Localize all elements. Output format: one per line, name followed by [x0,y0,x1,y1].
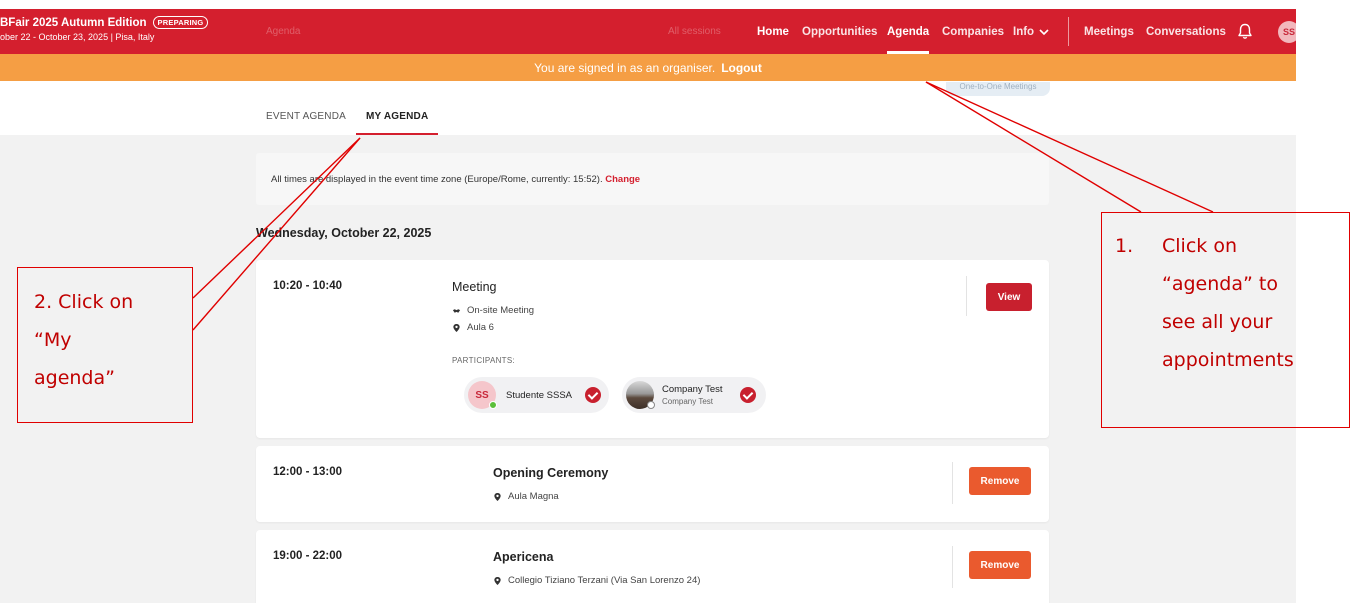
handshake-icon [452,308,461,313]
main-nav-conversations-wrap: Conversations [1146,9,1226,54]
company-photo-avatar [626,381,655,409]
page-edge-white [1296,9,1350,81]
online-status-dot [489,401,497,409]
view-button[interactable]: View [986,283,1032,311]
nav-divider [1068,17,1069,46]
participant-name: Company Test [662,384,723,395]
agenda-item-title: Meeting [452,280,497,294]
participant-organisation: Company Test [662,397,713,406]
participants-label: PARTICIPANTS: [452,356,516,365]
main-nav-opportunities-wrap: Opportunities [802,9,877,54]
ghost-pill: One-to-One Meetings [946,82,1050,96]
nav-conversations[interactable]: Conversations [1146,9,1226,54]
meeting-type-label: On-site Meeting [467,305,535,316]
nav-opportunities[interactable]: Opportunities [802,9,877,54]
agenda-item-title: Opening Ceremony [493,466,609,480]
nav-meetings[interactable]: Meetings [1084,9,1134,54]
annotation-line: appointments [1162,349,1294,371]
participant-initials: SS [475,389,489,401]
offline-status-dot [647,401,655,409]
nav-info-label: Info [1013,25,1035,38]
annotation-first-row: 1. Click on [1115,227,1349,265]
change-timezone-link[interactable]: Change [605,174,640,185]
nav-agenda[interactable]: Agenda [887,9,930,54]
agenda-item-time: 10:20 - 10:40 [273,280,343,292]
event-dates-location: ober 22 - October 23, 2025 | Pisa, Italy [0,32,155,42]
agenda-tabs: EVENT AGENDA MY AGENDA [256,108,439,135]
nav-home[interactable]: Home [757,9,789,54]
participant-name: Studente SSSA [506,389,573,401]
participant-chip[interactable]: Company Test Company Test [622,377,766,413]
bell-icon[interactable] [1237,23,1253,40]
action-divider [952,546,953,588]
agenda-item-meeting: 10:20 - 10:40 Meeting On-site Meeting Au… [256,260,1049,438]
action-divider [952,462,953,504]
annotation-step1: 1. Click on “agenda” to see all your app… [1101,212,1350,428]
nav-info[interactable]: Info [1013,9,1049,54]
action-divider [966,276,967,316]
agenda-item-title: Apericena [493,550,554,564]
main-nav-agenda-wrap: Agenda [887,9,930,54]
ghost-page-title: Agenda [266,26,301,37]
tab-my-agenda[interactable]: MY AGENDA [356,108,439,135]
participant-chip[interactable]: SS Studente SSSA [464,377,609,413]
annotation-step2: 2. Click on “My agenda” [17,267,193,423]
map-pin-icon [494,576,501,585]
annotation-line: 2. Click on [34,291,134,313]
annotation-line: “agenda” to [1162,273,1278,295]
agenda-item-time: 12:00 - 13:00 [273,466,343,478]
session-location: Aula Magna [493,491,559,502]
session-location-label: Aula Magna [508,491,559,502]
map-pin-icon [453,323,460,332]
meeting-location-label: Aula 6 [467,322,494,333]
session-location: Collegio Tiziano Terzani (Via San Lorenz… [493,575,700,586]
top-navigation-bar: BFair 2025 Autumn Edition PREPARING ober… [0,9,1300,54]
agenda-item-apericena: 19:00 - 22:00 Apericena Collegio Tiziano… [256,530,1049,603]
main-nav-meetings-wrap: Meetings [1084,9,1134,54]
logout-link[interactable]: Logout [721,61,762,75]
main-nav: Home [757,9,789,54]
timezone-notice: All times are displayed in the event tim… [256,153,1049,205]
main-nav-companies-wrap: Companies [942,9,1004,54]
status-badge: PREPARING [152,16,209,29]
banner-text: You are signed in as an organiser. [534,60,716,75]
confirmed-check-icon [740,387,756,403]
annotation-line: “My [34,329,72,351]
annotation-number: 1. [1115,235,1134,257]
ghost-filter-text: All sessions [668,26,721,37]
participant-avatar: SS [468,381,497,409]
participant-company: Company Test Company Test [662,384,723,406]
timezone-text: All times are displayed in the event tim… [271,174,606,185]
main-nav-info-wrap: Info [1013,9,1049,54]
remove-button[interactable]: Remove [969,551,1031,579]
event-brand[interactable]: BFair 2025 Autumn Edition PREPARING ober… [0,16,209,42]
day-heading: Wednesday, October 22, 2025 [256,226,432,240]
remove-button[interactable]: Remove [969,467,1031,495]
nav-companies[interactable]: Companies [942,9,1004,54]
annotation-line: agenda” [34,367,115,389]
chevron-down-icon [1039,28,1049,35]
confirmed-check-icon [585,387,601,403]
annotation-line: see all your [1162,311,1273,333]
event-title: BFair 2025 Autumn Edition [0,16,147,29]
tab-event-agenda[interactable]: EVENT AGENDA [256,108,356,135]
session-location-label: Collegio Tiziano Terzani (Via San Lorenz… [508,575,701,586]
organiser-banner: You are signed in as an organiser. Logou… [0,54,1296,81]
map-pin-icon [494,492,501,501]
agenda-item-time: 19:00 - 22:00 [273,550,343,562]
agenda-item-opening-ceremony: 12:00 - 13:00 Opening Ceremony Aula Magn… [256,446,1049,522]
annotation-line: Click on [1162,235,1237,257]
meeting-location: Aula 6 [452,322,494,333]
meeting-type: On-site Meeting [452,305,534,316]
